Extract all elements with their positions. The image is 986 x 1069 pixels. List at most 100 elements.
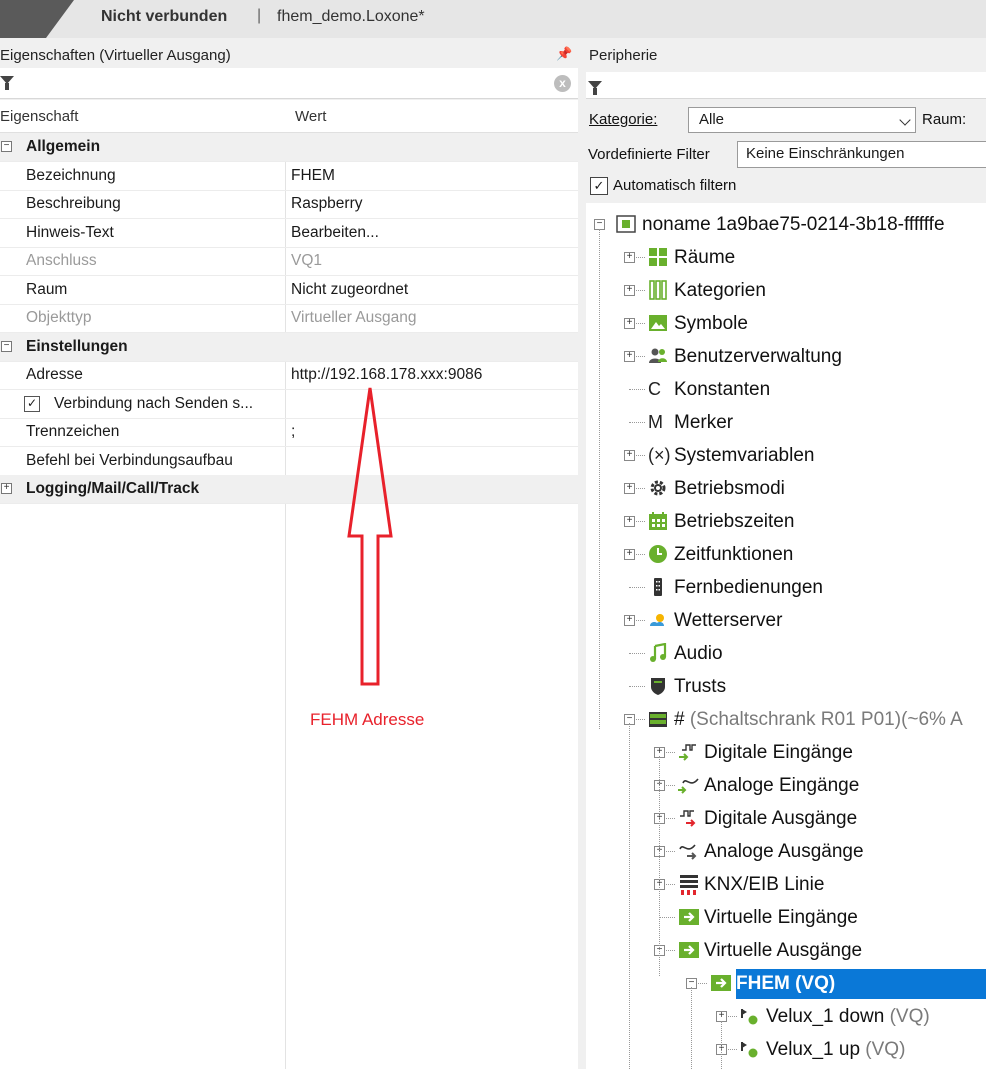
property-row[interactable]: Hinweis-Text Bearbeiten... [0,219,578,248]
predefined-filter-label: Vordefinierte Filter [588,146,710,163]
weather-icon [648,610,668,630]
property-row[interactable]: Objekttyp Virtueller Ausgang [0,304,578,333]
variables-icon: (×) [648,445,671,465]
tree-node-label: Symbole [674,313,748,335]
property-row[interactable]: ✓ Verbindung nach Senden s... [0,390,578,419]
expand-icon[interactable]: + [1,483,12,494]
tree-node-text: FHEM (VQ) [736,973,836,994]
tree-node-text: Virtuelle Eingänge [704,907,858,928]
property-row[interactable]: Adresse http://192.168.178.xxx:9086 [0,361,578,390]
property-value[interactable]: ; [291,423,295,441]
remote-icon [648,577,668,597]
property-name: Verbindung nach Senden s... [54,394,254,412]
property-row[interactable]: Befehl bei Verbindungsaufbau [0,447,578,476]
tree-node-label: Betriebsmodi [674,478,785,500]
clear-filter-icon[interactable]: x [554,75,571,92]
property-value[interactable]: Raspberry [291,195,363,213]
property-value[interactable]: http://192.168.178.xxx:9086 [291,366,482,384]
cabinet-icon [648,709,668,729]
tree-node-label: Räume [674,247,735,269]
tree-node-text: KNX/EIB Linie [704,874,825,895]
tree-node-text: Virtuelle Ausgänge [704,940,863,961]
property-value[interactable]: FHEM [291,167,335,185]
property-checkbox[interactable]: ✓ [24,395,40,412]
tree-node-label: Digitale Ausgänge [704,808,857,830]
tree-node-text: Digitale Ausgänge [704,808,858,829]
tree-node-text: Benutzerverwaltung [674,346,842,367]
property-name: Hinweis-Text [26,223,114,241]
tree-node-label: Analoge Ausgänge [704,841,864,863]
tree-expand-icon[interactable]: + [624,252,635,263]
predefined-filter-select[interactable]: Keine Einschränkungen [737,141,986,168]
property-row[interactable]: Anschluss VQ1 [0,247,578,276]
property-category[interactable]: − Einstellungen [0,332,578,362]
tree-expand-icon[interactable]: + [624,450,635,461]
tree-node-label: Velux_1 down (VQ) [766,1006,930,1028]
property-name: Adresse [26,366,83,383]
calendar-icon [648,511,668,531]
tree-node-text: Audio [674,643,723,664]
tree-node-text: Systemvariablen [674,445,815,466]
tree-node-label: Zeitfunktionen [674,544,793,566]
title-separator: | [257,7,262,24]
property-row[interactable]: Beschreibung Raspberry [0,190,578,219]
virtual-input-icon [678,907,699,927]
miniserver-icon [616,214,636,234]
tree-node-label: Virtuelle Eingänge [704,907,858,929]
tree-node-text: Konstanten [674,379,771,400]
periphery-panel-title: Peripherie [589,47,658,64]
analog-output-icon [678,841,698,861]
property-category[interactable]: − Allgemein [0,133,578,162]
property-value[interactable]: Bearbeiten... [291,224,379,242]
collapse-icon[interactable]: − [1,141,12,152]
tree-expand-icon[interactable]: + [624,483,635,494]
property-category[interactable]: + Logging/Mail/Call/Track [0,475,578,504]
tree-expand-icon[interactable]: + [624,318,635,329]
properties-panel-title: Eigenschaften (Virtueller Ausgang) [0,47,231,64]
property-name: Allgemein [26,138,101,155]
music-icon [648,642,668,663]
filter-icon [0,76,14,90]
property-name: Befehl bei Verbindungsaufbau [26,451,233,469]
tree-node-label: Trusts [674,676,726,698]
auto-filter-checkbox[interactable]: ✓ [590,177,608,195]
tree-expand-icon[interactable]: + [624,285,635,296]
tree-expand-icon[interactable]: + [624,351,635,362]
collapse-icon[interactable]: − [1,340,12,352]
property-name: Objekttyp [26,309,92,326]
tree-node-text: # [674,709,685,730]
tree-node-label: Audio [674,643,723,665]
filter-icon [588,81,602,95]
category-select-value: Alle [699,111,725,128]
tree-expand-icon[interactable]: + [624,615,635,626]
tree-node-text: Betriebszeiten [674,511,795,532]
tree-node-subtext: (VQ) [884,1006,930,1027]
properties-filter-bar[interactable]: x [0,68,578,99]
property-row[interactable]: Raum Nicht zugeordnet [0,276,578,305]
panel-splitter[interactable] [578,42,586,1069]
connection-status: Nicht verbunden [101,8,228,25]
column-header-property[interactable]: Eigenschaft [0,108,78,125]
tree-node-text: Betriebsmodi [674,478,785,499]
tree-node-text: Analoge Ausgänge [704,841,864,862]
tree-expand-icon[interactable]: + [624,549,635,560]
property-name: Einstellungen [26,337,128,355]
tree-node-text: Kategorien [674,280,766,301]
periphery-filter-bar[interactable] [586,72,986,99]
property-row[interactable]: Bezeichnung FHEM [0,162,578,191]
property-row[interactable]: Trennzeichen; [0,418,578,447]
rooms-icon [648,247,668,267]
gear-icon [648,478,668,498]
column-header-value[interactable]: Wert [295,108,326,125]
property-value[interactable]: Nicht zugeordnet [291,281,408,299]
annotation-label: FEHM Adresse [310,710,425,729]
virtual-output-icon [710,973,731,993]
tree-node-label: FHEM (VQ) [736,973,835,995]
category-select[interactable]: Alle [688,107,916,133]
pin-icon[interactable]: 📌 [556,46,572,62]
tree-node-label: Digitale Eingänge [704,742,853,764]
tree-expand-icon[interactable]: + [624,516,635,527]
property-name: Bezeichnung [26,166,116,184]
tree-node-label: # (Schaltschrank R01 P01)(~6% A [674,709,963,731]
tree-node-text: Zeitfunktionen [674,544,794,565]
